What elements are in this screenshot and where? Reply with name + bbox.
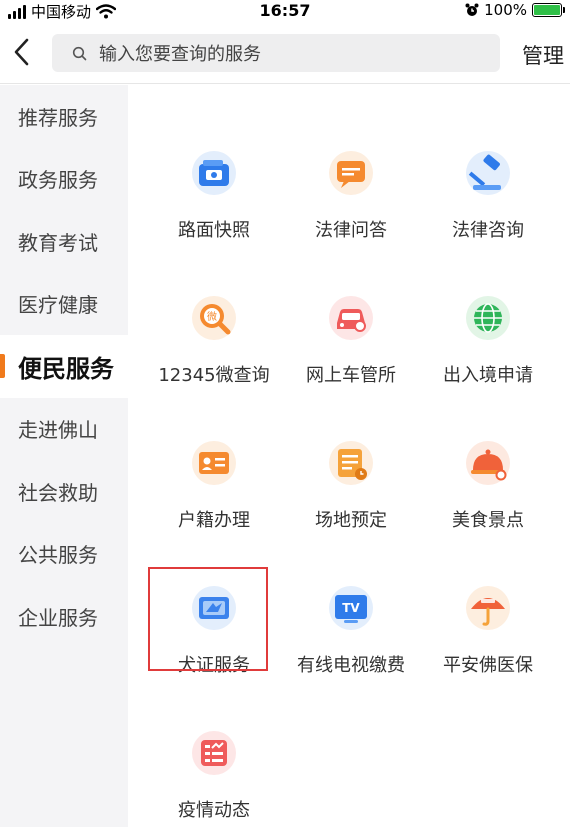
alarm-icon [465, 3, 479, 16]
service-label: 平安佛医保 [443, 655, 533, 676]
sidebar-item-medical[interactable]: 医疗健康 [0, 273, 128, 336]
sidebar-item-foshan[interactable]: 走进佛山 [0, 398, 128, 461]
sidebar-item-enterprise[interactable]: 企业服务 [0, 585, 128, 648]
svg-text:TV: TV [342, 601, 360, 615]
service-label: 有线电视缴费 [297, 655, 405, 676]
status-right: 100% [465, 1, 565, 19]
service-label: 12345微查询 [158, 365, 270, 386]
calendar-clock-icon [329, 441, 373, 485]
search-icon [72, 46, 87, 60]
service-label: 网上车管所 [306, 365, 396, 386]
camera-icon [192, 151, 236, 195]
battery-icon [532, 3, 565, 17]
sidebar-item-social-aid[interactable]: 社会救助 [0, 460, 128, 523]
service-household[interactable]: 户籍办理 [144, 440, 284, 570]
battery-fill [534, 5, 560, 15]
service-12345-query[interactable]: 微 12345微查询 [144, 295, 284, 425]
tv-icon: TV [329, 586, 373, 630]
sidebar-item-recommended[interactable]: 推荐服务 [0, 85, 128, 148]
nav-bar: 输入您要查询的服务 管理 [0, 22, 570, 84]
service-label: 法律问答 [315, 220, 387, 241]
sidebar-item-public[interactable]: 公共服务 [0, 523, 128, 586]
scrolled-row-remnant [128, 85, 570, 91]
service-label: 疫情动态 [178, 800, 250, 821]
service-exit-entry[interactable]: 出入境申请 [418, 295, 558, 425]
search-input[interactable]: 输入您要查询的服务 [52, 34, 500, 72]
services-grid: 路面快照 法律问答 法律咨询 微 12345微查询 网上车管所 出入境申请 户籍… [128, 85, 570, 827]
service-venue-booking[interactable]: 场地预定 [281, 440, 421, 570]
service-label: 法律咨询 [452, 220, 524, 241]
umbrella-icon [466, 586, 510, 630]
service-label: 美食景点 [452, 510, 524, 531]
id-card-icon [192, 441, 236, 485]
category-sidebar: 推荐服务 政务服务 教育考试 医疗健康 便民服务 走进佛山 社会救助 公共服务 … [0, 85, 128, 827]
service-legal-qa[interactable]: 法律问答 [281, 150, 421, 280]
gavel-icon [466, 151, 510, 195]
service-epidemic-news[interactable]: 疫情动态 [144, 730, 284, 827]
chevron-left-icon [14, 38, 29, 66]
car-icon [329, 296, 373, 340]
service-medical-insurance[interactable]: 平安佛医保 [418, 585, 558, 715]
svg-text:微: 微 [207, 310, 217, 323]
service-label: 出入境申请 [443, 365, 533, 386]
magnifier-icon: 微 [192, 296, 236, 340]
search-placeholder: 输入您要查询的服务 [99, 44, 261, 65]
service-road-snapshot[interactable]: 路面快照 [144, 150, 284, 280]
service-cable-tv[interactable]: TV 有线电视缴费 [281, 585, 421, 715]
sidebar-item-government[interactable]: 政务服务 [0, 148, 128, 211]
food-cloche-icon [466, 441, 510, 485]
service-label: 场地预定 [315, 510, 387, 531]
battery-percent: 100% [484, 1, 527, 19]
sidebar-item-education[interactable]: 教育考试 [0, 210, 128, 273]
service-legal-consult[interactable]: 法律咨询 [418, 150, 558, 280]
service-label: 户籍办理 [178, 510, 250, 531]
sidebar-item-convenience[interactable]: 便民服务 [0, 335, 128, 398]
highlight-box [148, 567, 268, 671]
manage-button[interactable]: 管理 [522, 40, 564, 70]
service-label: 路面快照 [178, 220, 250, 241]
chat-bubble-icon [329, 151, 373, 195]
service-vehicle-admin[interactable]: 网上车管所 [281, 295, 421, 425]
globe-icon [466, 296, 510, 340]
status-bar: 中国移动 16:57 100% [0, 0, 570, 22]
chart-list-icon [192, 731, 236, 775]
back-button[interactable] [6, 34, 36, 70]
service-food-scenic[interactable]: 美食景点 [418, 440, 558, 570]
